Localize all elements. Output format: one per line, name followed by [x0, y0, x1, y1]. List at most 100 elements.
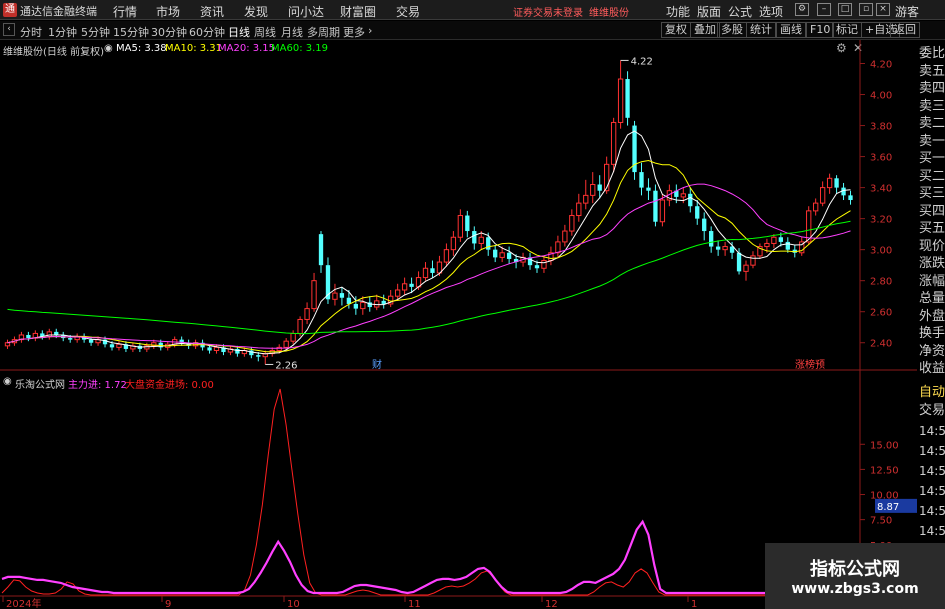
date-tick-label: 12 — [545, 599, 558, 609]
candle-body-down — [256, 355, 261, 357]
auto-label[interactable]: 自动 — [919, 384, 945, 401]
candle-body-up — [764, 242, 770, 248]
menu-formula[interactable]: 公式 — [728, 3, 752, 20]
price-tick-label: 2.80 — [870, 277, 892, 288]
trade-label[interactable]: 交易 — [919, 402, 945, 419]
candle-body-down — [534, 265, 540, 269]
toolbar-back-icon[interactable]: ‹ — [3, 23, 15, 36]
kline-chart[interactable]: 4.20 4.00 3.80 3.60 3.40 3.20 3.00 2.80 2.60 2.40… — [0, 40, 917, 609]
btn-overlay[interactable]: 叠加 — [690, 22, 720, 38]
period-monthly[interactable]: 月线 — [281, 24, 303, 40]
candle-body-down — [68, 338, 73, 340]
menu-quotes[interactable]: 行情 — [113, 3, 137, 20]
menu-options[interactable]: 选项 — [759, 3, 783, 20]
candle-body-down — [778, 237, 784, 242]
candle-body-down — [625, 79, 630, 118]
candle-body-up — [583, 194, 589, 204]
quote-row-9: 买四 — [919, 203, 945, 219]
indicator-tick-label: 12.50 — [870, 465, 899, 476]
candle-body-up — [813, 202, 819, 212]
settings-icon[interactable]: ⚙ — [795, 3, 809, 16]
candle-body-up — [304, 308, 310, 320]
btn-multi-stock[interactable]: 多股 — [717, 22, 747, 38]
period-intraday[interactable]: 分时 — [20, 24, 42, 40]
price-tick-label: 3.40 — [870, 184, 892, 195]
login-notice[interactable]: 证券交易未登录 — [513, 4, 583, 19]
btn-mark[interactable]: 标记 — [832, 22, 862, 38]
chart-frame — [0, 40, 917, 609]
menu-discover[interactable]: 发现 — [244, 3, 268, 20]
candle-body-up — [617, 78, 624, 123]
menu-wealth-circle[interactable]: 财富圈 — [340, 3, 376, 20]
quote-row-2: 卖四 — [919, 81, 945, 96]
quote-row-14: 总量 — [919, 291, 945, 306]
btn-draw[interactable]: 画线 — [776, 22, 806, 38]
chart-annotations: 4.22 2.26 财 涨榜预 — [265, 56, 825, 371]
price-tick-label: 2.40 — [870, 339, 892, 350]
candle-body-up — [569, 215, 575, 232]
period-more[interactable]: 更多 — [343, 24, 365, 40]
watermark-title: 指标公式网 — [810, 559, 900, 580]
candle-body-down — [702, 218, 707, 232]
period-60min[interactable]: 60分钟 — [189, 24, 225, 40]
restore-icon[interactable]: □ — [838, 3, 852, 16]
candle-body-up — [750, 255, 756, 266]
candle-body-down — [472, 231, 477, 244]
menu-market[interactable]: 市场 — [156, 3, 180, 20]
low-price-label: 2.26 — [275, 360, 297, 371]
menu-trade[interactable]: 交易 — [396, 3, 420, 20]
btn-return[interactable]: 返回 — [890, 22, 920, 38]
guest-label[interactable]: 游客 — [895, 3, 919, 20]
title-bar: 通 通达信金融终端 行情 市场 资讯 发现 问小达 财富圈 交易 证券交易未登录… — [0, 0, 945, 20]
quote-row-0: 委比 — [919, 46, 945, 61]
candle-body-up — [771, 236, 777, 244]
candle-body-down — [688, 193, 693, 207]
period-1min[interactable]: 1分钟 — [48, 24, 77, 40]
menu-function[interactable]: 功能 — [666, 3, 690, 20]
period-5min[interactable]: 5分钟 — [81, 24, 110, 40]
price-tick-label: 4.20 — [870, 60, 892, 71]
candle-body-up — [4, 342, 11, 347]
rank-marker[interactable]: 涨榜预 — [795, 358, 825, 371]
btn-f10[interactable]: F10 — [806, 22, 835, 38]
candle-body-down — [381, 300, 386, 304]
btn-stats[interactable]: 统计 — [746, 22, 776, 38]
candle-body-down — [653, 190, 658, 222]
trade-time-1: 14:56 — [919, 444, 945, 458]
candle-body-up — [680, 193, 686, 198]
candle-body-down — [715, 246, 721, 250]
finance-marker[interactable]: 财 — [372, 358, 382, 371]
candle-body-up — [826, 177, 833, 189]
minimize-icon[interactable]: – — [817, 3, 831, 16]
candle-body-down — [465, 215, 470, 232]
period-weekly[interactable]: 周线 — [254, 24, 276, 40]
candle-body-down — [709, 231, 714, 247]
period-daily[interactable]: 日线 — [228, 24, 250, 40]
quote-row-5: 卖一 — [919, 133, 945, 149]
candle-body-up — [374, 300, 380, 308]
period-30min[interactable]: 30分钟 — [151, 24, 187, 40]
price-tick-label: 3.00 — [870, 246, 892, 257]
maximize-icon[interactable]: ▫ — [859, 3, 873, 16]
candle-body-down — [597, 184, 602, 191]
indicator-tick-label: 15.00 — [870, 440, 899, 451]
candle-body-up — [360, 301, 366, 310]
quote-row-7: 买二 — [919, 168, 945, 184]
candle-body-down — [646, 187, 651, 191]
candle-body-up — [659, 199, 666, 223]
menu-ask-xiaoda[interactable]: 问小达 — [288, 3, 324, 20]
candle-body-up — [116, 343, 122, 348]
menu-news[interactable]: 资讯 — [200, 3, 224, 20]
period-15min[interactable]: 15分钟 — [113, 24, 149, 40]
btn-adjust[interactable]: 复权 — [661, 22, 691, 38]
more-chevron-icon[interactable]: › — [368, 24, 372, 37]
high-price-label: 4.22 — [631, 56, 653, 67]
close-icon[interactable]: × — [876, 3, 890, 16]
candle-body-up — [401, 283, 408, 291]
candle-body-down — [834, 178, 839, 188]
candle-body-down — [235, 348, 240, 354]
period-multi[interactable]: 多周期 — [307, 24, 340, 40]
menu-layout[interactable]: 版面 — [697, 3, 721, 20]
period-toolbar: ‹ 分时 1分钟 5分钟 15分钟 30分钟 60分钟 日线 周线 月线 多周期… — [0, 21, 945, 40]
candle-body-down — [26, 334, 31, 339]
